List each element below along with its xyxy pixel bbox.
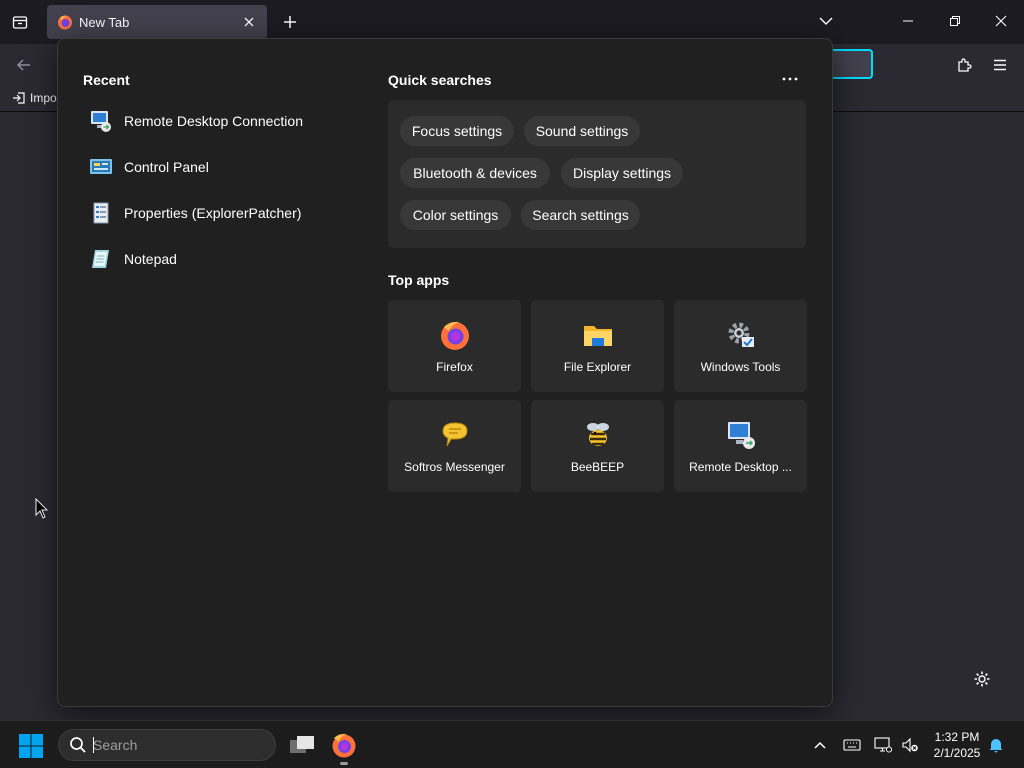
app-tile-firefox[interactable]: Firefox — [388, 300, 521, 392]
app-tile-label: File Explorer — [563, 360, 632, 374]
restore-button[interactable] — [940, 8, 970, 34]
control-panel-icon — [88, 154, 114, 180]
remote-desktop-icon — [724, 418, 758, 452]
app-tile-label: Softros Messenger — [404, 460, 505, 474]
chip-color-settings[interactable]: Color settings — [400, 200, 511, 230]
quick-searches-heading: Quick searches — [388, 72, 492, 88]
folder-icon — [581, 318, 615, 352]
chip-focus-settings[interactable]: Focus settings — [400, 116, 514, 146]
new-tab-button[interactable] — [278, 10, 302, 34]
app-tile-label: Remote Desktop ... — [689, 460, 792, 474]
recent-item-label: Notepad — [124, 251, 177, 267]
puzzle-icon — [958, 58, 972, 72]
plus-icon — [284, 16, 296, 28]
close-icon — [244, 17, 254, 27]
chevron-up-icon — [814, 741, 826, 749]
running-indicator — [340, 762, 348, 765]
gear-icon — [974, 671, 990, 687]
search-icon — [70, 737, 86, 753]
firefox-icon — [332, 733, 356, 758]
app-tile-label: BeeBEEP — [570, 460, 625, 474]
more-options-button[interactable] — [778, 69, 802, 89]
close-window-button[interactable] — [986, 8, 1016, 34]
notifications-button[interactable] — [986, 735, 1006, 755]
show-hidden-icons-button[interactable] — [810, 735, 830, 755]
recent-item-label: Properties (ExplorerPatcher) — [124, 205, 302, 221]
app-tile-remote-desktop[interactable]: Remote Desktop ... — [674, 400, 807, 492]
remote-desktop-icon — [88, 108, 114, 134]
task-view-button[interactable] — [286, 729, 318, 761]
recent-item-control-panel[interactable]: Control Panel — [88, 149, 348, 185]
more-icon — [782, 77, 798, 81]
back-button[interactable] — [12, 53, 36, 77]
taskbar-search-box[interactable] — [58, 729, 276, 761]
keyboard-icon — [843, 739, 861, 751]
network-icon — [874, 737, 892, 753]
network-button[interactable] — [873, 735, 893, 755]
app-tile-beebeep[interactable]: BeeBEEP — [531, 400, 664, 492]
taskbar: 1:32 PM 2/1/2025 — [0, 720, 1024, 768]
import-icon — [13, 92, 25, 104]
windows-start-icon[interactable] — [18, 733, 44, 759]
chip-bluetooth-devices[interactable]: Bluetooth & devices — [400, 158, 550, 188]
desktop: New Tab Impo Recent Remote Desktop Conne… — [0, 0, 1024, 768]
app-tile-label: Firefox — [436, 360, 473, 374]
app-tile-windows-tools[interactable]: Windows Tools — [674, 300, 807, 392]
bee-icon — [581, 418, 615, 452]
speaker-muted-icon — [902, 737, 918, 753]
chip-display-settings[interactable]: Display settings — [561, 158, 683, 188]
windows-tools-icon — [724, 318, 758, 352]
taskbar-firefox[interactable] — [328, 729, 360, 761]
recent-item-label: Remote Desktop Connection — [124, 113, 303, 129]
new-tab-settings-button[interactable] — [972, 669, 992, 689]
extensions-button[interactable] — [952, 53, 976, 77]
close-icon — [995, 15, 1007, 27]
volume-button[interactable] — [900, 735, 920, 755]
taskbar-search-input[interactable] — [93, 737, 253, 753]
bell-icon — [990, 739, 1002, 753]
messenger-icon — [438, 418, 472, 452]
tab-title: New Tab — [79, 14, 130, 30]
properties-icon — [88, 200, 114, 226]
notepad-icon — [88, 246, 114, 272]
chevron-down-icon — [819, 17, 833, 26]
app-tile-label: Windows Tools — [700, 360, 781, 374]
clock-date: 2/1/2025 — [933, 746, 981, 760]
restore-icon — [950, 16, 960, 26]
recent-item-properties[interactable]: Properties (ExplorerPatcher) — [88, 195, 348, 231]
chip-search-settings[interactable]: Search settings — [521, 200, 640, 230]
top-apps-heading: Top apps — [388, 272, 450, 288]
import-bookmarks-label: Impo — [30, 91, 57, 105]
keyboard-button[interactable] — [842, 735, 862, 755]
app-menu-button[interactable] — [988, 53, 1012, 77]
arrow-left-icon — [16, 59, 30, 71]
minimize-icon — [903, 20, 913, 22]
chip-sound-settings[interactable]: Sound settings — [524, 116, 640, 146]
recent-item-notepad[interactable]: Notepad — [88, 241, 348, 277]
quick-searches-panel: Focus settings Sound settings Bluetooth … — [388, 100, 806, 248]
recent-heading: Recent — [83, 72, 130, 88]
taskbar-clock[interactable]: 1:32 PM 2/1/2025 — [925, 729, 989, 761]
app-tile-softros-messenger[interactable]: Softros Messenger — [388, 400, 521, 492]
hamburger-icon — [994, 59, 1006, 71]
clock-time: 1:32 PM — [934, 730, 980, 744]
recent-item-remote-desktop[interactable]: Remote Desktop Connection — [88, 103, 348, 139]
list-all-tabs-button[interactable] — [811, 8, 841, 34]
close-tab-button[interactable] — [241, 14, 257, 30]
task-view-icon — [290, 736, 314, 753]
url-bar[interactable] — [830, 49, 873, 79]
tab-new-tab[interactable]: New Tab — [47, 5, 267, 39]
tab-list-icon — [12, 16, 28, 29]
firefox-icon — [438, 318, 472, 352]
import-bookmarks-button[interactable]: Impo — [12, 91, 57, 105]
tab-list-button[interactable] — [8, 10, 32, 34]
app-tile-file-explorer[interactable]: File Explorer — [531, 300, 664, 392]
text-caret — [93, 737, 94, 753]
recent-item-label: Control Panel — [124, 159, 209, 175]
minimize-button[interactable] — [893, 8, 923, 34]
mouse-cursor-icon — [35, 498, 49, 519]
firefox-icon — [58, 15, 72, 30]
start-search-flyout: Recent Remote Desktop Connection Control… — [57, 38, 833, 707]
